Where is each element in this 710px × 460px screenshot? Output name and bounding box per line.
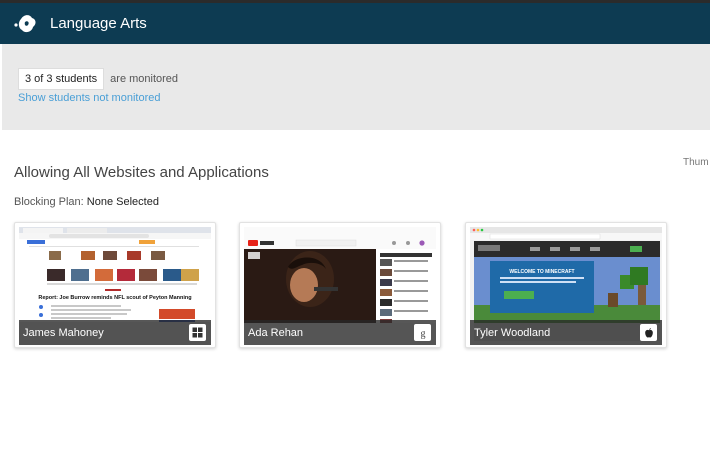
monitored-count-badge[interactable]: 3 of 3 students [18,68,105,90]
student-name-bar: James Mahoney [19,320,211,345]
apple-icon [640,324,657,341]
policy-title: Allowing All Websites and Applications [14,164,269,181]
monitored-count-suffix: are monitored [110,73,179,85]
student-card[interactable]: WELCOME TO MINECRAFT Tyler Woodland [465,222,667,348]
class-header: Language Arts [0,3,710,44]
monitored-count-row: 3 of 3 students are monitored [18,68,178,90]
class-title: Language Arts [50,15,147,32]
student-name: Ada Rehan [248,326,304,339]
student-card[interactable]: Report: Joe Burrow reminds NFL scout of … [14,222,216,348]
student-name: Tyler Woodland [474,326,551,339]
student-name-bar: Ada Rehan g [244,320,436,345]
blocking-plan-row: Blocking Plan: None Selected [14,196,159,208]
student-name-bar: Tyler Woodland [470,320,662,345]
svg-text:g: g [420,328,425,339]
student-name: James Mahoney [23,326,104,339]
monitoring-panel: 3 of 3 students are monitored Show stude… [2,44,710,130]
hands-logo-icon[interactable] [10,8,42,40]
blocking-plan-value[interactable]: None Selected [87,196,159,208]
chrome-os-icon: g [414,324,431,341]
blocking-plan-label: Blocking Plan: [14,196,84,208]
show-not-monitored-link[interactable]: Show students not monitored [18,92,160,104]
thumbnail-view-toggle[interactable]: Thum [683,157,709,168]
game-welcome-text: WELCOME TO MINECRAFT [509,269,574,275]
article-headline: Report: Joe Burrow reminds NFL scout of … [38,295,191,301]
student-card[interactable]: Ada Rehan g [239,222,441,348]
windows-icon [189,324,206,341]
